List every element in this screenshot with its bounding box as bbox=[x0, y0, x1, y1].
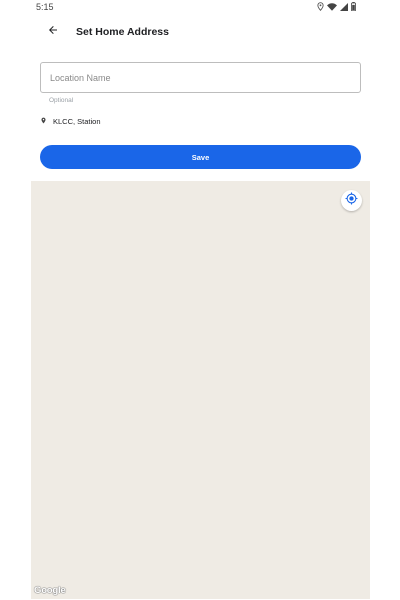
page-title: Set Home Address bbox=[76, 26, 169, 38]
address-text: KLCC, Station bbox=[53, 116, 101, 126]
battery-icon bbox=[351, 2, 356, 11]
location-name-helper: Optional bbox=[49, 97, 74, 104]
arrow-back-icon bbox=[47, 23, 59, 41]
save-button[interactable]: Save bbox=[40, 145, 361, 169]
location-pin-icon bbox=[40, 112, 47, 130]
back-button[interactable] bbox=[44, 23, 62, 41]
status-bar: 5:15 bbox=[0, 0, 400, 14]
location-icon bbox=[317, 2, 324, 11]
map-view[interactable]: Google bbox=[31, 181, 370, 599]
my-location-icon bbox=[345, 192, 358, 210]
google-logo: Google bbox=[34, 585, 66, 596]
location-name-input[interactable] bbox=[41, 63, 360, 92]
status-icons bbox=[317, 2, 356, 11]
signal-icon bbox=[340, 2, 348, 11]
wifi-icon bbox=[327, 2, 337, 11]
app-bar: Set Home Address bbox=[0, 18, 400, 46]
my-location-button[interactable] bbox=[341, 190, 362, 211]
status-time: 5:15 bbox=[36, 2, 54, 12]
location-name-field[interactable] bbox=[40, 62, 361, 93]
address-row: KLCC, Station bbox=[40, 115, 101, 127]
